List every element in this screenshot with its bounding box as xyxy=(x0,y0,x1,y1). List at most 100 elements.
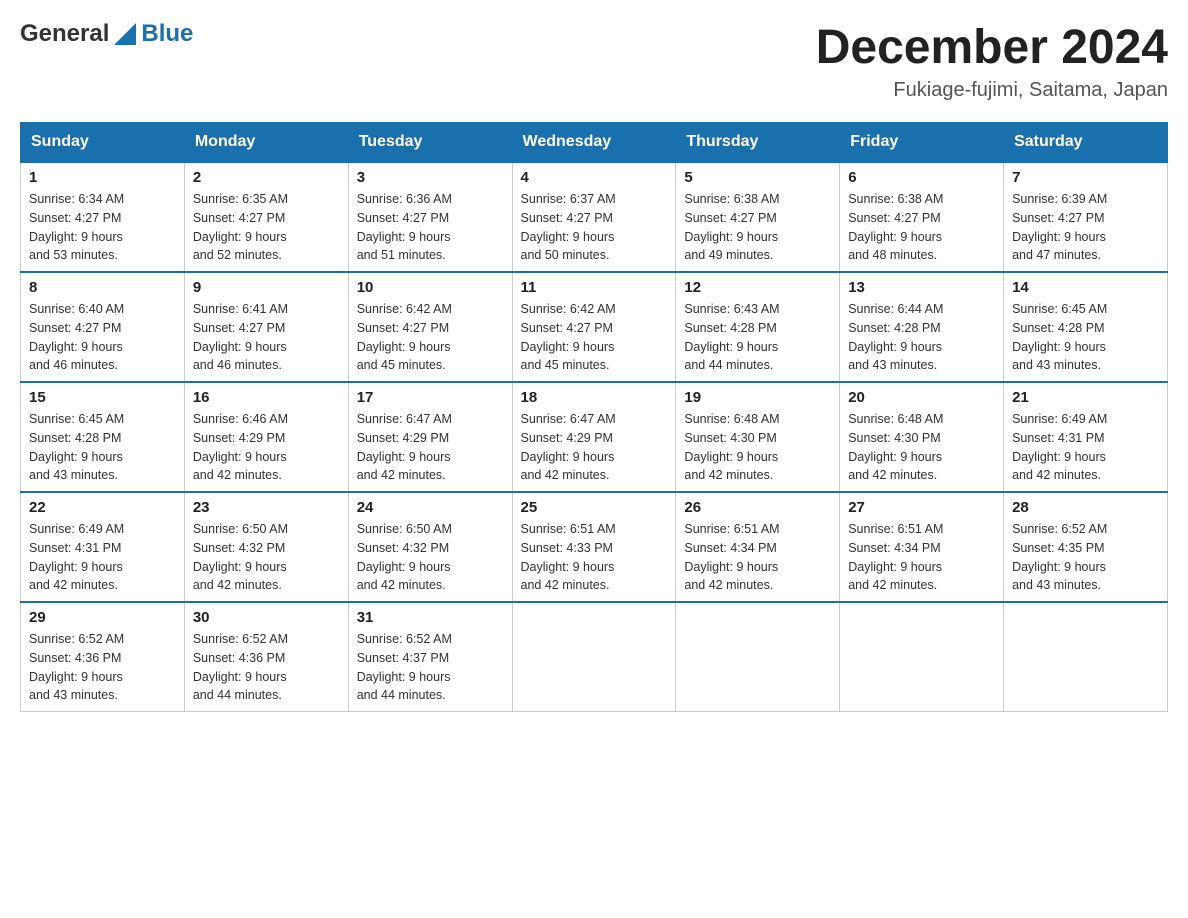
day-info: Sunrise: 6:42 AM Sunset: 4:27 PM Dayligh… xyxy=(521,300,668,375)
calendar-cell: 27 Sunrise: 6:51 AM Sunset: 4:34 PM Dayl… xyxy=(840,492,1004,602)
day-info: Sunrise: 6:51 AM Sunset: 4:34 PM Dayligh… xyxy=(848,520,995,595)
day-number: 21 xyxy=(1012,389,1159,406)
calendar-cell: 11 Sunrise: 6:42 AM Sunset: 4:27 PM Dayl… xyxy=(512,272,676,382)
day-info: Sunrise: 6:46 AM Sunset: 4:29 PM Dayligh… xyxy=(193,410,340,485)
logo: General Blue xyxy=(20,20,193,48)
calendar-cell: 3 Sunrise: 6:36 AM Sunset: 4:27 PM Dayli… xyxy=(348,162,512,272)
col-header-monday: Monday xyxy=(184,123,348,163)
calendar-cell: 9 Sunrise: 6:41 AM Sunset: 4:27 PM Dayli… xyxy=(184,272,348,382)
col-header-tuesday: Tuesday xyxy=(348,123,512,163)
day-info: Sunrise: 6:40 AM Sunset: 4:27 PM Dayligh… xyxy=(29,300,176,375)
day-info: Sunrise: 6:51 AM Sunset: 4:33 PM Dayligh… xyxy=(521,520,668,595)
day-number: 16 xyxy=(193,389,340,406)
day-number: 17 xyxy=(357,389,504,406)
day-info: Sunrise: 6:38 AM Sunset: 4:27 PM Dayligh… xyxy=(848,190,995,265)
logo-blue-text: Blue xyxy=(141,20,193,48)
day-info: Sunrise: 6:48 AM Sunset: 4:30 PM Dayligh… xyxy=(848,410,995,485)
day-info: Sunrise: 6:34 AM Sunset: 4:27 PM Dayligh… xyxy=(29,190,176,265)
day-info: Sunrise: 6:52 AM Sunset: 4:37 PM Dayligh… xyxy=(357,630,504,705)
day-number: 13 xyxy=(848,279,995,296)
day-number: 2 xyxy=(193,169,340,186)
day-number: 14 xyxy=(1012,279,1159,296)
week-row-5: 29 Sunrise: 6:52 AM Sunset: 4:36 PM Dayl… xyxy=(21,602,1168,712)
col-header-friday: Friday xyxy=(840,123,1004,163)
col-header-saturday: Saturday xyxy=(1004,123,1168,163)
calendar-cell: 25 Sunrise: 6:51 AM Sunset: 4:33 PM Dayl… xyxy=(512,492,676,602)
col-header-sunday: Sunday xyxy=(21,123,185,163)
day-info: Sunrise: 6:49 AM Sunset: 4:31 PM Dayligh… xyxy=(1012,410,1159,485)
calendar-cell: 23 Sunrise: 6:50 AM Sunset: 4:32 PM Dayl… xyxy=(184,492,348,602)
calendar-cell: 6 Sunrise: 6:38 AM Sunset: 4:27 PM Dayli… xyxy=(840,162,1004,272)
day-info: Sunrise: 6:44 AM Sunset: 4:28 PM Dayligh… xyxy=(848,300,995,375)
calendar-cell: 16 Sunrise: 6:46 AM Sunset: 4:29 PM Dayl… xyxy=(184,382,348,492)
calendar-cell: 1 Sunrise: 6:34 AM Sunset: 4:27 PM Dayli… xyxy=(21,162,185,272)
day-number: 28 xyxy=(1012,499,1159,516)
location-title: Fukiage-fujimi, Saitama, Japan xyxy=(816,79,1168,102)
month-title: December 2024 xyxy=(816,20,1168,75)
day-info: Sunrise: 6:47 AM Sunset: 4:29 PM Dayligh… xyxy=(521,410,668,485)
day-number: 30 xyxy=(193,609,340,626)
calendar-cell: 24 Sunrise: 6:50 AM Sunset: 4:32 PM Dayl… xyxy=(348,492,512,602)
calendar-cell: 18 Sunrise: 6:47 AM Sunset: 4:29 PM Dayl… xyxy=(512,382,676,492)
calendar-cell: 19 Sunrise: 6:48 AM Sunset: 4:30 PM Dayl… xyxy=(676,382,840,492)
day-number: 22 xyxy=(29,499,176,516)
day-number: 6 xyxy=(848,169,995,186)
calendar-cell: 5 Sunrise: 6:38 AM Sunset: 4:27 PM Dayli… xyxy=(676,162,840,272)
day-info: Sunrise: 6:50 AM Sunset: 4:32 PM Dayligh… xyxy=(357,520,504,595)
calendar-cell: 2 Sunrise: 6:35 AM Sunset: 4:27 PM Dayli… xyxy=(184,162,348,272)
day-number: 4 xyxy=(521,169,668,186)
day-number: 31 xyxy=(357,609,504,626)
day-info: Sunrise: 6:47 AM Sunset: 4:29 PM Dayligh… xyxy=(357,410,504,485)
day-number: 27 xyxy=(848,499,995,516)
day-number: 26 xyxy=(684,499,831,516)
day-info: Sunrise: 6:50 AM Sunset: 4:32 PM Dayligh… xyxy=(193,520,340,595)
calendar-cell: 12 Sunrise: 6:43 AM Sunset: 4:28 PM Dayl… xyxy=(676,272,840,382)
day-number: 5 xyxy=(684,169,831,186)
calendar-cell: 28 Sunrise: 6:52 AM Sunset: 4:35 PM Dayl… xyxy=(1004,492,1168,602)
title-block: December 2024 Fukiage-fujimi, Saitama, J… xyxy=(816,20,1168,102)
calendar-cell xyxy=(676,602,840,712)
calendar-cell xyxy=(840,602,1004,712)
col-header-thursday: Thursday xyxy=(676,123,840,163)
day-info: Sunrise: 6:52 AM Sunset: 4:36 PM Dayligh… xyxy=(193,630,340,705)
day-number: 19 xyxy=(684,389,831,406)
calendar-cell xyxy=(512,602,676,712)
week-row-2: 8 Sunrise: 6:40 AM Sunset: 4:27 PM Dayli… xyxy=(21,272,1168,382)
day-info: Sunrise: 6:52 AM Sunset: 4:36 PM Dayligh… xyxy=(29,630,176,705)
day-info: Sunrise: 6:36 AM Sunset: 4:27 PM Dayligh… xyxy=(357,190,504,265)
calendar-cell: 10 Sunrise: 6:42 AM Sunset: 4:27 PM Dayl… xyxy=(348,272,512,382)
day-number: 11 xyxy=(521,279,668,296)
day-number: 25 xyxy=(521,499,668,516)
calendar-cell: 7 Sunrise: 6:39 AM Sunset: 4:27 PM Dayli… xyxy=(1004,162,1168,272)
day-info: Sunrise: 6:52 AM Sunset: 4:35 PM Dayligh… xyxy=(1012,520,1159,595)
week-row-4: 22 Sunrise: 6:49 AM Sunset: 4:31 PM Dayl… xyxy=(21,492,1168,602)
calendar-cell xyxy=(1004,602,1168,712)
day-info: Sunrise: 6:41 AM Sunset: 4:27 PM Dayligh… xyxy=(193,300,340,375)
day-info: Sunrise: 6:39 AM Sunset: 4:27 PM Dayligh… xyxy=(1012,190,1159,265)
col-header-wednesday: Wednesday xyxy=(512,123,676,163)
calendar-header-row: SundayMondayTuesdayWednesdayThursdayFrid… xyxy=(21,123,1168,163)
day-info: Sunrise: 6:45 AM Sunset: 4:28 PM Dayligh… xyxy=(29,410,176,485)
day-number: 18 xyxy=(521,389,668,406)
day-number: 3 xyxy=(357,169,504,186)
calendar-cell: 26 Sunrise: 6:51 AM Sunset: 4:34 PM Dayl… xyxy=(676,492,840,602)
week-row-3: 15 Sunrise: 6:45 AM Sunset: 4:28 PM Dayl… xyxy=(21,382,1168,492)
day-number: 9 xyxy=(193,279,340,296)
day-info: Sunrise: 6:42 AM Sunset: 4:27 PM Dayligh… xyxy=(357,300,504,375)
day-number: 15 xyxy=(29,389,176,406)
day-number: 8 xyxy=(29,279,176,296)
calendar-table: SundayMondayTuesdayWednesdayThursdayFrid… xyxy=(20,122,1168,712)
day-info: Sunrise: 6:45 AM Sunset: 4:28 PM Dayligh… xyxy=(1012,300,1159,375)
day-number: 20 xyxy=(848,389,995,406)
calendar-cell: 15 Sunrise: 6:45 AM Sunset: 4:28 PM Dayl… xyxy=(21,382,185,492)
day-info: Sunrise: 6:49 AM Sunset: 4:31 PM Dayligh… xyxy=(29,520,176,595)
day-number: 12 xyxy=(684,279,831,296)
day-info: Sunrise: 6:35 AM Sunset: 4:27 PM Dayligh… xyxy=(193,190,340,265)
day-info: Sunrise: 6:51 AM Sunset: 4:34 PM Dayligh… xyxy=(684,520,831,595)
day-number: 29 xyxy=(29,609,176,626)
calendar-cell: 30 Sunrise: 6:52 AM Sunset: 4:36 PM Dayl… xyxy=(184,602,348,712)
calendar-cell: 29 Sunrise: 6:52 AM Sunset: 4:36 PM Dayl… xyxy=(21,602,185,712)
calendar-cell: 21 Sunrise: 6:49 AM Sunset: 4:31 PM Dayl… xyxy=(1004,382,1168,492)
day-info: Sunrise: 6:43 AM Sunset: 4:28 PM Dayligh… xyxy=(684,300,831,375)
day-number: 7 xyxy=(1012,169,1159,186)
